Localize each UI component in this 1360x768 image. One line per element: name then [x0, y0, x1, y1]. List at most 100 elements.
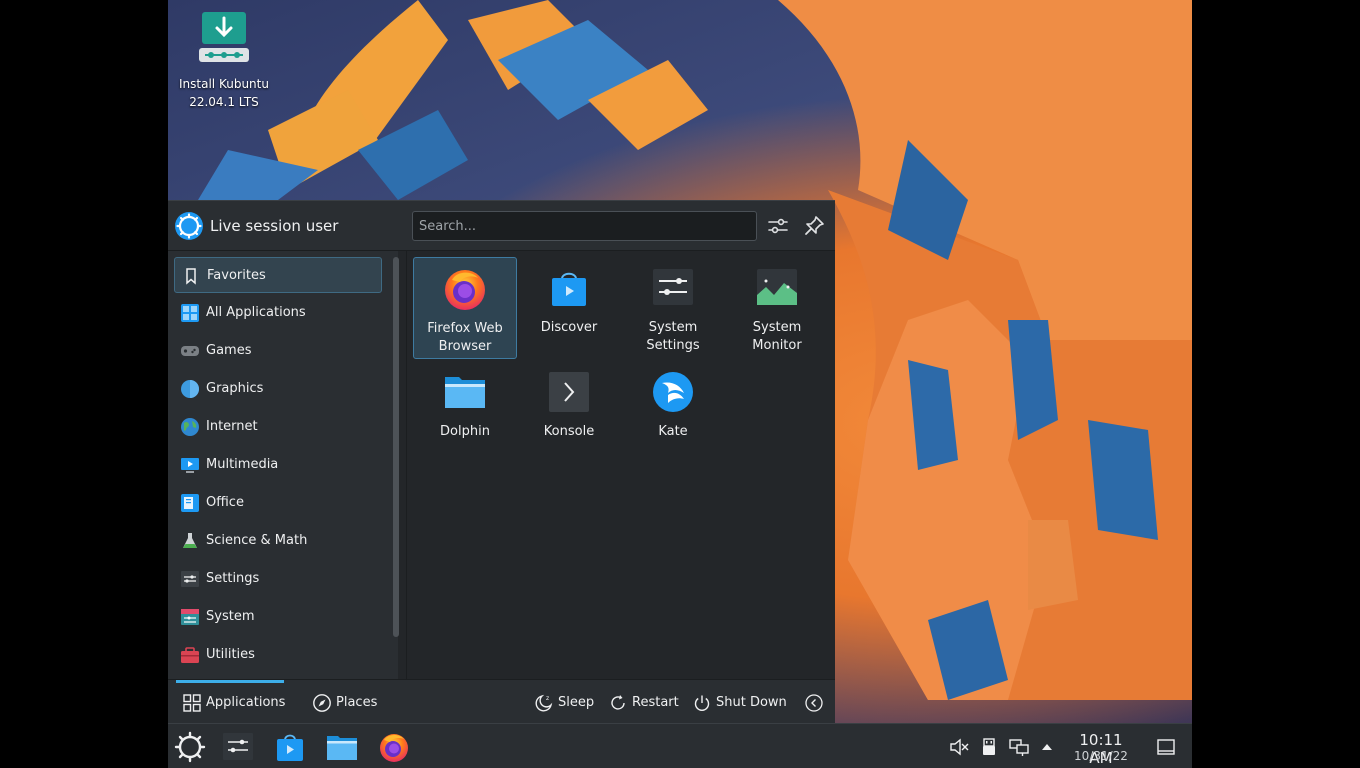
terminal-icon — [549, 372, 589, 412]
gamepad-icon — [181, 346, 199, 356]
system-settings-icon — [653, 269, 693, 305]
office-icon — [181, 494, 199, 512]
install-kubuntu-shortcut[interactable]: Install Kubuntu 22.04.1 LTS — [168, 8, 280, 111]
shutdown-label: Shut Down — [716, 695, 787, 710]
category-label: Favorites — [207, 268, 266, 283]
app-label-line2: Browser — [438, 339, 492, 354]
app-label-line1: System — [648, 320, 698, 335]
chevron-up-icon[interactable] — [1036, 736, 1058, 758]
svg-text:z: z — [546, 695, 549, 702]
launcher-footer: Applications Places z Sleep Restart Shut… — [168, 679, 835, 724]
firefox-taskbar-icon[interactable] — [377, 730, 411, 764]
sidebar-scrollbar[interactable] — [393, 257, 399, 637]
category-settings[interactable]: Settings — [174, 561, 382, 597]
category-internet[interactable]: Internet — [174, 409, 382, 445]
bookmark-icon — [186, 268, 196, 285]
search-input[interactable] — [412, 211, 757, 241]
restart-icon — [611, 695, 625, 710]
category-label: All Applications — [206, 305, 306, 320]
dolphin-taskbar-icon[interactable] — [325, 730, 359, 764]
category-label: Office — [206, 495, 244, 510]
clock-date[interactable]: 10/31/22 — [1066, 749, 1136, 763]
kate-icon — [653, 372, 693, 412]
install-icon — [199, 12, 249, 62]
app-label-line1: Konsole — [543, 424, 595, 439]
firefox-icon — [445, 270, 485, 310]
user-name: Live session user — [210, 217, 339, 235]
category-science-math[interactable]: Science & Math — [174, 523, 382, 559]
pin-icon[interactable] — [802, 214, 826, 238]
system-monitor-icon — [757, 269, 797, 305]
chevron-left-icon — [805, 694, 823, 712]
category-label: Settings — [206, 571, 260, 586]
discover-taskbar-icon[interactable] — [273, 730, 307, 764]
category-label: Multimedia — [206, 457, 279, 472]
folder-icon — [445, 377, 485, 408]
category-label: Science & Math — [206, 533, 308, 548]
app-kate[interactable]: Kate — [621, 361, 725, 463]
restart-button[interactable]: Restart — [604, 680, 680, 725]
multimedia-icon — [181, 458, 199, 473]
graphics-icon — [181, 380, 199, 398]
tab-applications-label: Applications — [206, 695, 286, 710]
tab-places[interactable]: Places — [308, 680, 388, 725]
sleep-icon: z — [535, 694, 553, 712]
restart-label: Restart — [632, 695, 679, 710]
category-system[interactable]: System — [174, 599, 382, 635]
category-games[interactable]: Games — [174, 333, 382, 369]
sleep-label: Sleep — [558, 695, 595, 710]
app-system-monitor[interactable]: System Monitor — [725, 257, 829, 359]
category-label: Graphics — [206, 381, 264, 396]
settings-icon — [181, 571, 199, 587]
category-label: System — [206, 609, 255, 624]
kde-launcher-icon[interactable] — [173, 730, 207, 764]
toolbox-icon — [181, 647, 199, 663]
app-dolphin[interactable]: Dolphin — [413, 361, 517, 463]
grid-icon — [181, 304, 199, 322]
system-settings-taskbar-icon[interactable] — [221, 730, 255, 764]
app-system-settings[interactable]: System Settings — [621, 257, 725, 359]
tab-places-label: Places — [336, 695, 378, 710]
app-discover[interactable]: Discover — [517, 257, 621, 359]
pane-divider — [406, 251, 407, 679]
launcher-header: Live session user — [168, 201, 835, 251]
category-graphics[interactable]: Graphics — [174, 371, 382, 407]
app-label-line1: Firefox Web — [427, 321, 503, 336]
category-office[interactable]: Office — [174, 485, 382, 521]
category-multimedia[interactable]: Multimedia — [174, 447, 382, 483]
app-label-line1: Discover — [540, 320, 598, 335]
application-launcher: Live session user Favorites All Applicat… — [168, 200, 835, 724]
favorites-grid: Firefox Web Browser Discover System Sett… — [408, 251, 835, 679]
app-firefox[interactable]: Firefox Web Browser — [413, 257, 517, 359]
system-icon — [181, 609, 199, 625]
app-label-line1: System — [752, 320, 802, 335]
category-label: Games — [206, 343, 252, 358]
volume-muted-icon[interactable] — [948, 736, 970, 758]
install-label-line2: 22.04.1 LTS — [189, 95, 259, 109]
flask-icon — [183, 533, 197, 548]
configure-icon[interactable] — [766, 214, 790, 238]
user-avatar-icon[interactable] — [174, 211, 204, 241]
install-label-line1: Install Kubuntu — [179, 77, 269, 91]
category-favorites[interactable]: Favorites — [174, 257, 382, 293]
removable-media-icon[interactable] — [978, 736, 1000, 758]
category-all-applications[interactable]: All Applications — [174, 295, 382, 331]
category-utilities[interactable]: Utilities — [174, 637, 382, 673]
app-label-line2: Settings — [646, 338, 700, 353]
app-konsole[interactable]: Konsole — [517, 361, 621, 463]
category-label: Internet — [206, 419, 258, 434]
show-desktop-icon[interactable] — [1155, 736, 1177, 758]
taskbar: 10:11 AM 10/31/22 — [168, 723, 1192, 768]
leave-more-button[interactable] — [802, 680, 830, 725]
tab-applications[interactable]: Applications — [178, 680, 288, 725]
category-label: Utilities — [206, 647, 255, 662]
shutdown-button[interactable]: Shut Down — [688, 680, 788, 725]
app-label-line1: Dolphin — [440, 424, 490, 439]
category-sidebar: Favorites All Applications Games Graphic… — [168, 251, 398, 679]
discover-icon — [552, 272, 586, 306]
globe-icon — [181, 418, 199, 436]
app-label-line1: Kate — [658, 424, 688, 439]
compass-icon — [313, 694, 331, 712]
sleep-button[interactable]: z Sleep — [530, 680, 596, 725]
network-icon[interactable] — [1008, 736, 1030, 758]
